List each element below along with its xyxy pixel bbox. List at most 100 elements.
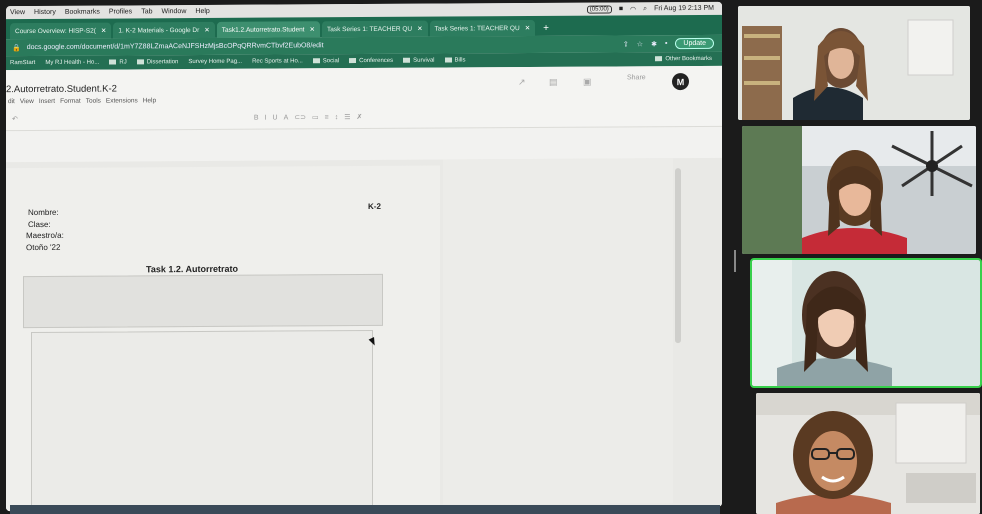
tab-task-series-2[interactable]: Task Series 1: TEACHER QU ✕ — [429, 19, 536, 37]
description-box[interactable] — [23, 273, 383, 329]
extension-icon[interactable]: ✱ — [651, 40, 657, 48]
field-maestro: Maestro/a: — [26, 230, 64, 241]
bookmark-label: RJ — [119, 59, 127, 66]
list-icon[interactable]: ☰ — [344, 113, 350, 121]
folder-icon — [109, 59, 117, 65]
folder-icon — [655, 56, 663, 62]
tab-label: Task Series 1: TEACHER QU — [434, 24, 520, 33]
url-field[interactable]: docs.google.com/document/d/1mY7Z88LZmaAC… — [27, 42, 324, 51]
line-spacing-icon[interactable]: ↕ — [335, 114, 339, 121]
video-tile-participant-1[interactable] — [738, 6, 970, 120]
link-icon[interactable]: ⊂⊃ — [294, 113, 306, 121]
docs-menu-edit[interactable]: dit — [8, 98, 15, 105]
docs-menu-tools[interactable]: Tools — [86, 98, 101, 105]
docs-menu-insert[interactable]: Insert — [39, 98, 55, 105]
puzzle-icon[interactable]: ▪ — [665, 40, 667, 47]
menu-window[interactable]: Window — [161, 8, 186, 15]
document-page[interactable]: Nombre: Clase: Maestro/a: Otoño '22 K-2 … — [6, 165, 440, 512]
menu-view[interactable]: View — [10, 9, 25, 16]
bookmark-item[interactable]: My RJ Health - Ho... — [45, 60, 99, 66]
close-icon[interactable]: ✕ — [101, 27, 106, 35]
clock: Fri Aug 19 2:13 PM — [654, 4, 714, 13]
other-bookmarks[interactable]: Other Bookmarks — [655, 56, 722, 62]
docs-menu-view[interactable]: View — [20, 98, 34, 105]
docs-menu-format[interactable]: Format — [60, 98, 81, 105]
tab-k2-materials[interactable]: 1. K-2 Materials - Google Dr ✕ — [113, 21, 215, 39]
close-icon[interactable]: ✕ — [417, 25, 422, 33]
participant-2-video — [742, 126, 976, 254]
bookmark-item[interactable]: RamStart — [10, 60, 35, 66]
task-title: Task 1.2. Autorretrato — [146, 263, 239, 275]
bookmark-folder[interactable]: Survival — [403, 57, 435, 64]
field-term: Otoño '22 — [26, 242, 61, 253]
tab-autorretrato[interactable]: Task1.2.Autorretrato.Student ✕ — [216, 21, 320, 38]
bookmark-folder[interactable]: RJ — [109, 59, 127, 66]
tab-course-overview[interactable]: Course Overview: HISP-S2( ✕ — [10, 22, 112, 40]
document-title[interactable]: 2.Autorretrato.Student.K-2 — [6, 84, 117, 96]
star-icon[interactable]: ☆ — [637, 40, 643, 48]
bookmark-label: Conferences — [359, 57, 394, 65]
new-tab-icon[interactable]: + — [543, 23, 549, 34]
share-button[interactable]: Share — [627, 74, 646, 81]
bookmark-item[interactable]: Survey Home Pag... — [188, 59, 242, 65]
comment-icon[interactable]: ▤ — [549, 77, 558, 88]
bookmark-folder[interactable]: Dissertation — [136, 59, 179, 66]
folder-icon — [349, 58, 357, 64]
scrollbar[interactable] — [675, 168, 681, 344]
tab-label: Task1.2.Autorretrato.Student — [221, 25, 305, 34]
meet-icon[interactable]: ▣ — [583, 77, 592, 88]
bookmark-label: Bills — [454, 57, 466, 64]
bookmark-label: Survival — [413, 57, 435, 64]
close-icon[interactable]: ✕ — [310, 25, 315, 33]
video-tile-participant-2[interactable] — [742, 126, 976, 254]
bookmark-label: Dissertation — [146, 59, 179, 66]
drawing-box[interactable] — [31, 329, 373, 512]
update-button[interactable]: Update — [675, 37, 714, 50]
participant-1-video — [738, 6, 970, 120]
share-icon[interactable]: ⇪ — [623, 40, 629, 48]
zoom-icon[interactable]: ■ — [619, 5, 623, 12]
menu-tab[interactable]: Tab — [141, 8, 152, 15]
trend-icon[interactable]: ↗ — [518, 77, 526, 88]
folder-icon — [136, 59, 144, 65]
search-icon[interactable]: ⌕ — [643, 5, 647, 13]
zoom-divider[interactable] — [734, 250, 736, 272]
wifi-icon[interactable]: ◠ — [630, 5, 636, 13]
bookmark-label: Social — [322, 58, 340, 65]
tab-label: Task Series 1: TEACHER QU — [326, 25, 413, 33]
bookmark-folder[interactable]: Conferences — [349, 58, 393, 64]
tab-task-series-1[interactable]: Task Series 1: TEACHER QU ✕ — [321, 20, 428, 38]
document-margin — [443, 158, 673, 505]
laptop-screen: View History Bookmarks Profiles Tab Wind… — [6, 1, 722, 512]
menu-help[interactable]: Help — [195, 8, 209, 15]
tab-label: Course Overview: HISP-S2( — [15, 27, 96, 35]
folder-icon — [312, 58, 320, 64]
tab-label: 1. K-2 Materials - Google Dr — [118, 26, 200, 35]
menu-history[interactable]: History — [34, 9, 56, 16]
align-icon[interactable]: ≡ — [325, 114, 329, 121]
bold-icon[interactable]: B — [254, 114, 259, 121]
field-clase: Clase: — [28, 219, 51, 230]
mac-dock[interactable] — [10, 505, 720, 514]
italic-icon[interactable]: I — [265, 114, 267, 121]
close-icon[interactable]: ✕ — [204, 26, 209, 34]
docs-toolbar: ↶ B I U A ⊂⊃ ▭ ≡ ↕ ☰ ✗ — [6, 108, 722, 126]
menu-profiles[interactable]: Profiles — [109, 8, 132, 15]
video-tile-participant-4[interactable] — [756, 393, 980, 514]
bookmark-folder[interactable]: Social — [312, 58, 340, 65]
undo-icon[interactable]: ↶ — [12, 115, 18, 123]
folder-icon — [444, 57, 452, 63]
close-icon[interactable]: ✕ — [525, 24, 530, 32]
underline-icon[interactable]: U — [273, 114, 278, 121]
docs-menu-extensions[interactable]: Extensions — [106, 97, 138, 104]
clear-format-icon[interactable]: ✗ — [356, 113, 362, 121]
video-tile-participant-3-speaking[interactable] — [750, 258, 982, 388]
bookmark-item[interactable]: Rec Sports at Ho... — [252, 58, 303, 64]
bookmark-folder[interactable]: Bills — [444, 57, 466, 64]
docs-menu-help[interactable]: Help — [143, 97, 156, 104]
menu-bookmarks[interactable]: Bookmarks — [65, 9, 100, 16]
folder-icon — [403, 57, 411, 63]
text-color-icon[interactable]: A — [284, 114, 289, 121]
image-icon[interactable]: ▭ — [312, 113, 319, 121]
avatar[interactable]: M — [672, 73, 689, 91]
